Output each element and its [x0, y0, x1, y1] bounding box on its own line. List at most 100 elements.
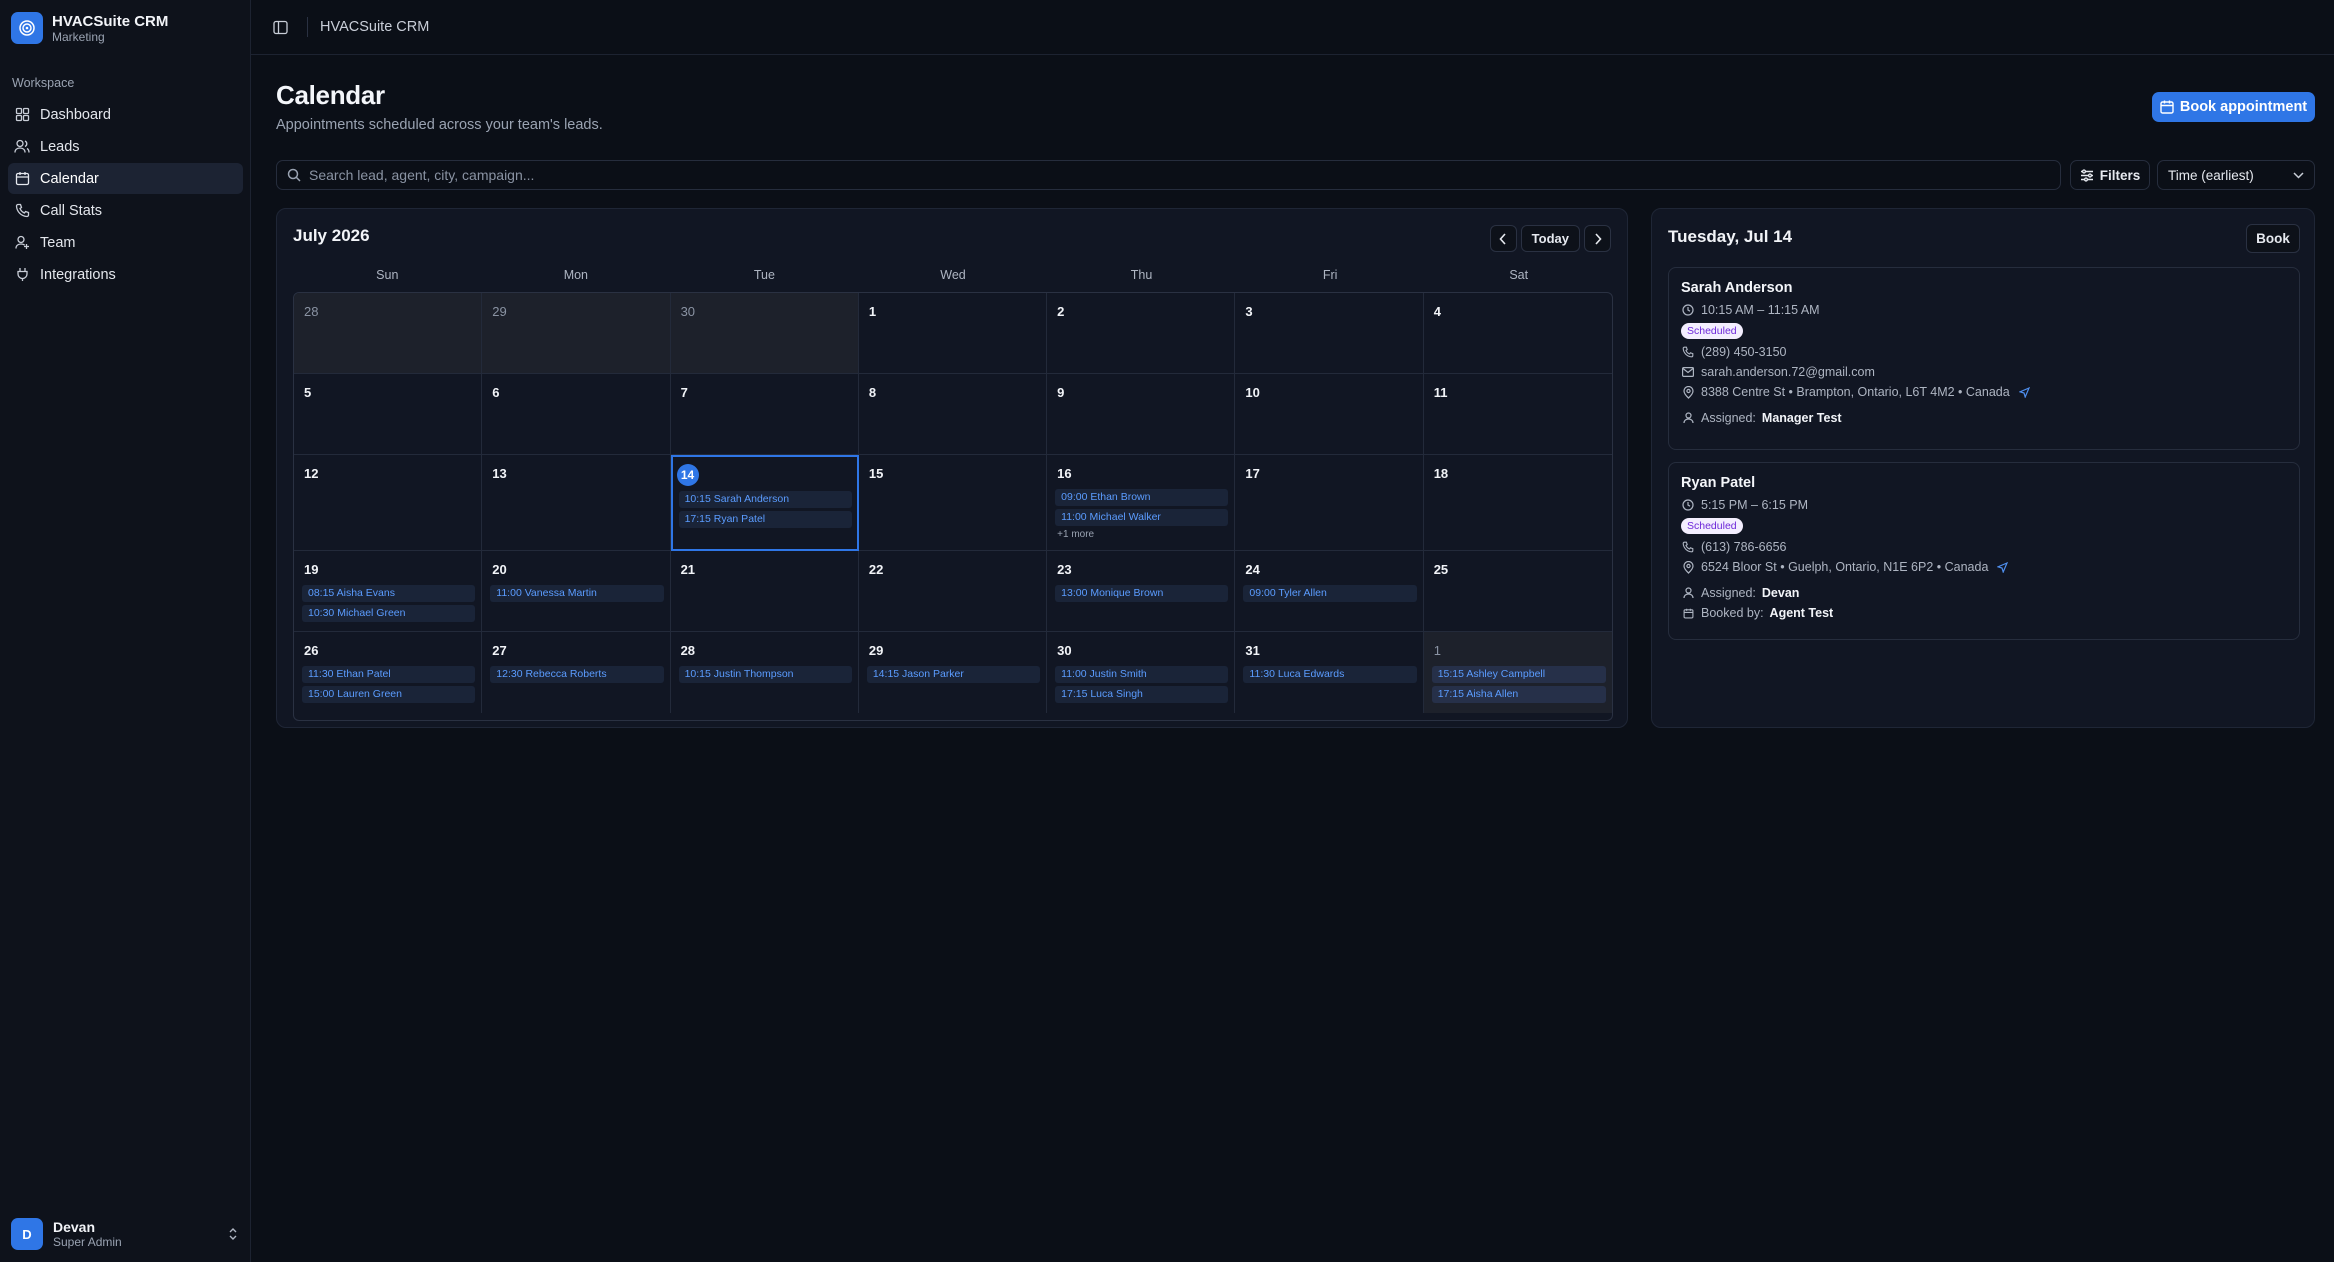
calendar-day-cell[interactable]: 31 11:30 Luca Edwards [1235, 632, 1424, 713]
event-chip[interactable]: 11:00 Vanessa Martin [490, 585, 664, 602]
event-chip[interactable]: 15:00 Lauren Green [302, 686, 476, 703]
calendar-day-cell[interactable]: 4 [1423, 293, 1612, 374]
event-chip[interactable]: 15:15 Ashley Campbell [1431, 666, 1606, 683]
calendar-day-cell[interactable]: 2 [1047, 293, 1236, 374]
calendar-day-cell[interactable]: 14 10:15 Sarah Anderson 17:15 Ryan Patel [670, 455, 859, 551]
month-grid: 28 29 30 1 2 3 4 5 6 7 8 9 10 11 12 13 14 10:15 Sarah And… [293, 292, 1613, 721]
event-chip[interactable]: 13:00 Monique Brown [1055, 585, 1229, 602]
status-badge: Scheduled [1681, 323, 1743, 339]
day-number: 21 [680, 562, 696, 577]
day-number: 13 [492, 466, 507, 481]
calendar-day-cell[interactable]: 5 [294, 374, 483, 455]
sidebar-item-label: Integrations [40, 266, 116, 283]
event-chip[interactable]: 11:30 Ethan Patel [302, 666, 476, 683]
event-chip[interactable]: 09:00 Tyler Allen [1243, 585, 1417, 602]
calendar-day-cell[interactable]: 16 09:00 Ethan Brown 11:00 Michael Walker +… [1047, 455, 1236, 551]
navigate-icon[interactable] [2018, 386, 2030, 398]
calendar-day-cell[interactable]: 10 [1235, 374, 1424, 455]
calendar-day-cell[interactable]: 17 [1235, 455, 1424, 551]
calendar-day-cell[interactable]: 21 [670, 551, 859, 632]
event-chip[interactable]: 17:15 Luca Singh [1055, 686, 1229, 703]
event-chip[interactable]: 17:15 Aisha Allen [1431, 686, 1606, 703]
lead-email: sarah.anderson.72@gmail.com [1701, 365, 1875, 379]
day-number: 2 [1057, 304, 1065, 319]
calendar-day-cell[interactable]: 20 11:00 Vanessa Martin [482, 551, 671, 632]
appointment-card[interactable]: Ryan Patel 5:15 PM – 6:15 PM Scheduled (… [1668, 462, 2300, 640]
sidebar-item-dashboard[interactable]: Dashboard [8, 99, 243, 130]
event-chip[interactable]: 14:15 Jason Parker [866, 666, 1041, 683]
event-chip[interactable]: 11:00 Michael Walker [1055, 509, 1229, 526]
phone-icon [1681, 345, 1695, 359]
calendar-day-cell[interactable]: 1 15:15 Ashley Campbell 17:15 Aisha Allen [1423, 632, 1612, 713]
event-chip[interactable]: 17:15 Ryan Patel [678, 511, 852, 528]
workspace-switcher[interactable]: HVACSuite CRM Marketing [11, 12, 168, 44]
calendar-day-cell[interactable]: 27 12:30 Rebecca Roberts [482, 632, 671, 713]
chevron-down-icon [2293, 171, 2304, 179]
calendar-day-cell[interactable]: 29 [482, 293, 671, 374]
event-chip[interactable]: 11:30 Luca Edwards [1243, 666, 1417, 683]
more-events-link[interactable]: +1 more [1057, 529, 1228, 540]
sidebar-toggle-icon[interactable] [270, 17, 290, 37]
day-events: 10:15 Sarah Anderson 17:15 Ryan Patel [678, 491, 852, 528]
calendar-day-cell[interactable]: 11 [1423, 374, 1612, 455]
calendar-day-cell[interactable]: 23 13:00 Monique Brown [1047, 551, 1236, 632]
logo-icon [11, 12, 43, 44]
book-appointment-button[interactable]: Book appointment [2152, 92, 2315, 122]
sidebar-item-integrations[interactable]: Integrations [8, 259, 243, 290]
day-number: 19 [304, 562, 319, 577]
event-chip[interactable]: 08:15 Aisha Evans [302, 585, 476, 602]
clock-icon [1681, 498, 1695, 512]
calendar-day-cell[interactable]: 29 14:15 Jason Parker [859, 632, 1048, 713]
today-button[interactable]: Today [1520, 225, 1580, 252]
calendar-day-cell[interactable]: 28 10:15 Justin Thompson [671, 632, 859, 713]
search-input[interactable] [309, 167, 2009, 183]
calendar-day-cell[interactable]: 26 11:30 Ethan Patel 15:00 Lauren Green [294, 632, 483, 713]
event-chip[interactable]: 09:00 Ethan Brown [1055, 489, 1229, 506]
calendar-icon [13, 170, 31, 188]
calendar-day-cell[interactable]: 8 [858, 374, 1048, 455]
user-menu[interactable]: D Devan Super Admin [11, 1215, 241, 1253]
lead-name: Sarah Anderson [1681, 280, 1793, 296]
user-role: Super Admin [53, 1235, 122, 1249]
filters-button[interactable]: Filters [2070, 160, 2150, 190]
event-chip[interactable]: 10:15 Sarah Anderson [678, 491, 852, 508]
calendar-day-cell[interactable]: 6 [482, 374, 671, 455]
app-name: HVACSuite CRM [52, 12, 169, 30]
phone-icon [1681, 540, 1695, 554]
calendar-day-cell[interactable]: 18 [1423, 455, 1612, 551]
calendar-day-cell[interactable]: 3 [1235, 293, 1424, 374]
sort-select[interactable]: Time (earliest) [2157, 160, 2315, 190]
event-chip[interactable]: 10:15 Justin Thompson [678, 666, 852, 683]
calendar-day-cell[interactable]: 25 [1423, 551, 1612, 632]
calendar-day-cell[interactable]: 13 [482, 455, 671, 551]
book-button[interactable]: Book [2246, 224, 2300, 253]
calendar-day-cell[interactable]: 7 [670, 374, 859, 455]
lead-phone: (613) 786-6656 [1701, 540, 1787, 554]
next-month-button[interactable] [1584, 225, 1611, 252]
calendar-day-cell[interactable]: 1 [858, 293, 1048, 374]
calendar-day-cell[interactable]: 28 [294, 293, 483, 374]
sidebar-item-team[interactable]: Team [8, 227, 243, 258]
event-chip[interactable]: 10:30 Michael Green [302, 605, 476, 622]
sort-value: Time (earliest) [2168, 167, 2254, 183]
event-chip[interactable]: 12:30 Rebecca Roberts [490, 666, 664, 683]
sidebar-item-leads[interactable]: Leads [8, 131, 243, 162]
sidebar: HVACSuite CRM Marketing Workspace Dashbo… [0, 0, 251, 1262]
sidebar-item-call-stats[interactable]: Call Stats [8, 195, 243, 226]
event-chip[interactable]: 11:00 Justin Smith [1055, 666, 1229, 683]
day-number: 27 [492, 643, 507, 658]
calendar-day-cell[interactable]: 12 [294, 455, 483, 551]
calendar-day-cell[interactable]: 30 [670, 293, 859, 374]
calendar-day-cell[interactable]: 15 [858, 455, 1048, 551]
calendar-day-cell[interactable]: 19 08:15 Aisha Evans 10:30 Michael Green [294, 551, 483, 632]
calendar-day-cell[interactable]: 9 [1047, 374, 1236, 455]
sidebar-item-calendar[interactable]: Calendar [8, 163, 243, 194]
calendar-day-cell[interactable]: 22 [858, 551, 1048, 632]
prev-month-button[interactable] [1489, 225, 1517, 252]
appointment-card[interactable]: Sarah Anderson 10:15 AM – 11:15 AM Sched… [1668, 267, 2300, 450]
user-name: Devan [53, 1219, 96, 1235]
calendar-day-cell[interactable]: 30 11:00 Justin Smith 17:15 Luca Singh [1047, 632, 1236, 713]
calendar-day-cell[interactable]: 24 09:00 Tyler Allen [1235, 551, 1424, 632]
navigate-icon[interactable] [1997, 561, 2009, 573]
day-number: 30 [680, 304, 696, 319]
